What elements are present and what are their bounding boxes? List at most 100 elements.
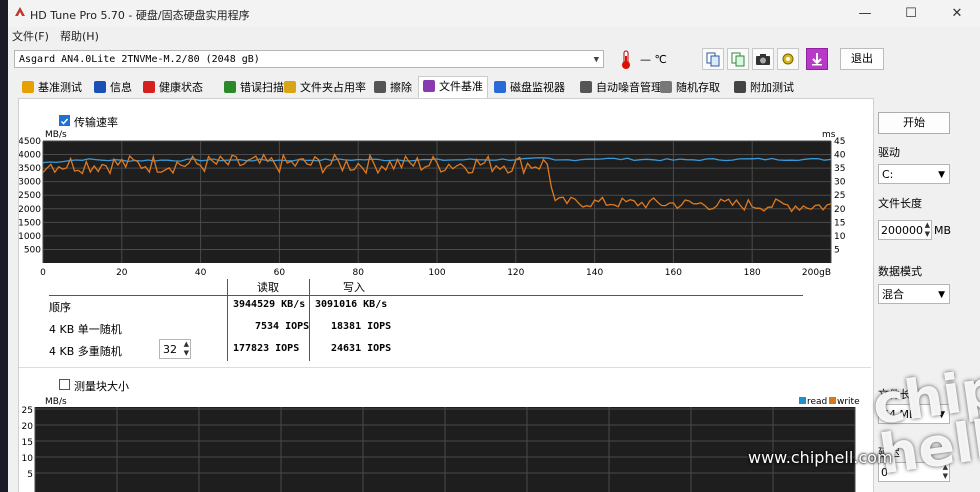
row-label-4k-single: 4 KB 单一随机 [49, 323, 122, 336]
tab-monitor[interactable]: 磁盘监视器 [494, 78, 565, 98]
tab-label: 错误扫描 [240, 81, 284, 94]
options-button[interactable] [777, 48, 799, 70]
save-button[interactable] [806, 48, 828, 70]
copy-all-button[interactable] [727, 48, 749, 70]
y-axis-left-unit: MB/s [45, 130, 67, 140]
stepper-arrows-icon[interactable]: ▲ ▼ [925, 221, 930, 239]
y-right-tick: 40 [834, 151, 846, 161]
maximize-button[interactable]: ☐ [888, 0, 934, 27]
start-button[interactable]: 开始 [878, 112, 950, 134]
y-right-tick: 5 [834, 245, 840, 255]
y-right-tick: 20 [834, 205, 846, 215]
watermark-site: www.chiphell.com [748, 448, 893, 467]
file-length-label: 文件长度 [878, 197, 922, 210]
transfer-rate-checkbox[interactable] [59, 115, 70, 126]
y-tick: 20 [22, 422, 34, 432]
drive-select[interactable]: Asgard AN4.0Lite 2TNVMe-M.2/80 (2048 gB)… [14, 50, 604, 68]
col-header-write: 写入 [343, 281, 365, 294]
y-right-tick: 30 [834, 178, 846, 188]
legend-write: write [837, 397, 860, 407]
screenshot-button[interactable] [752, 48, 774, 70]
drive-letter-value: C: [882, 168, 894, 181]
file-length-stepper[interactable]: 200000 ▲ ▼ [878, 220, 932, 240]
title-bar[interactable]: HD Tune Pro 5.70 - 硬盘/固态硬盘实用程序 — ☐ ✕ [8, 0, 980, 27]
block-size-checkbox[interactable] [59, 379, 70, 390]
close-button[interactable]: ✕ [934, 0, 980, 27]
y-tick: 10 [22, 454, 34, 464]
y-right-tick: 35 [834, 164, 845, 174]
y-left-tick: 1000 [19, 232, 41, 242]
y-left-tick: 3000 [19, 178, 41, 188]
copy-info-button[interactable] [702, 48, 724, 70]
extra-tests-icon [734, 81, 746, 93]
tab-random-access[interactable]: 随机存取 [660, 78, 720, 98]
minimize-button[interactable]: — [842, 0, 888, 27]
random-access-icon [660, 81, 672, 93]
y-right-tick: 45 [834, 137, 845, 147]
chevron-down-icon: ▼ [938, 170, 945, 180]
tab-extra-tests[interactable]: 附加测试 [734, 78, 794, 98]
tab-label: 自动噪音管理 [596, 81, 662, 94]
file-benchmark-icon [423, 80, 435, 92]
y-tick: 15 [22, 438, 33, 448]
menu-file[interactable]: 文件(F) [12, 28, 49, 44]
drive-toolbar: Asgard AN4.0Lite 2TNVMe-M.2/80 (2048 gB)… [8, 44, 980, 76]
data-mode-value: 混合 [882, 288, 904, 301]
tab-file-benchmark[interactable]: 文件基准 [418, 76, 488, 99]
legend-read-swatch [799, 397, 806, 404]
window-title: HD Tune Pro 5.70 - 硬盘/固态硬盘实用程序 [30, 9, 250, 22]
y-left-tick: 2000 [19, 205, 41, 215]
tab-benchmark[interactable]: 基准测试 [22, 78, 82, 98]
tab-health[interactable]: 健康状态 [143, 78, 203, 98]
benchmark-icon [22, 81, 34, 93]
camera-icon [756, 54, 770, 65]
header-divider [49, 295, 803, 296]
y-left-tick: 500 [24, 245, 41, 255]
tab-scan[interactable]: 错误扫描 [224, 78, 284, 98]
y-right-tick: 15 [834, 218, 845, 228]
file-benchmark-panel: 传输速率 MB/s ms 4500 4000 3500 3000 2500 2000 1500 1… [18, 98, 874, 492]
data-mode-select[interactable]: 混合 ▼ [878, 284, 950, 304]
4k-single-write: 18381 IOPS [331, 321, 392, 332]
tab-erase[interactable]: 擦除 [374, 78, 412, 98]
menu-help[interactable]: 帮助(H) [60, 28, 99, 44]
drive-letter-select[interactable]: C: ▼ [878, 164, 950, 184]
tab-noise[interactable]: 自动噪音管理 [580, 78, 662, 98]
queue-depth-stepper[interactable]: 32 ▲ ▼ [159, 339, 191, 359]
temperature-readout: — ℃ [640, 53, 667, 66]
y-left-tick: 1500 [19, 218, 41, 228]
file-length-unit: MB [934, 224, 952, 237]
erase-icon [374, 81, 386, 93]
tab-info[interactable]: 信息 [94, 78, 132, 98]
tab-label: 附加测试 [750, 81, 794, 94]
exit-button[interactable]: 退出 [840, 48, 884, 70]
file-length-value: 200000 [881, 224, 923, 237]
4k-single-read: 7534 IOPS [255, 321, 310, 332]
menu-bar: 文件(F) 帮助(H) [8, 27, 980, 43]
tab-label: 文件夹占用率 [300, 81, 366, 94]
y-left-tick: 3500 [19, 164, 41, 174]
legend-read: read [807, 397, 827, 407]
tab-label: 磁盘监视器 [510, 81, 565, 94]
tab-label: 擦除 [390, 81, 412, 94]
drive-select-value: Asgard AN4.0Lite 2TNVMe-M.2/80 (2048 gB) [19, 54, 260, 65]
tab-label: 随机存取 [676, 81, 720, 94]
y-right-tick: 25 [834, 191, 845, 201]
check-icon [60, 118, 69, 125]
block-size-label: 测量块大小 [74, 380, 129, 393]
4k-multi-write: 24631 IOPS [331, 343, 392, 354]
y-tick: 25 [22, 406, 33, 416]
stepper-arrows-icon[interactable]: ▲ ▼ [184, 340, 189, 358]
drive-label: 驱动 [878, 146, 900, 159]
tab-bar: 基准测试 信息 健康状态 错误扫描 文件夹占用率 擦除 文件基准 磁盘监视器 自动噪音管理 随机存… [8, 76, 980, 99]
tools-icon [782, 53, 794, 65]
scan-icon [224, 81, 236, 93]
y-left-tick: 2500 [19, 191, 41, 201]
y-right-tick: 10 [834, 232, 846, 242]
row-label-sequential: 顺序 [49, 301, 71, 314]
tab-folder[interactable]: 文件夹占用率 [284, 78, 366, 98]
col-divider-2 [309, 279, 310, 361]
chevron-down-icon: ▼ [938, 290, 945, 300]
app-logo-icon [14, 6, 26, 21]
y-tick: 5 [27, 470, 33, 480]
